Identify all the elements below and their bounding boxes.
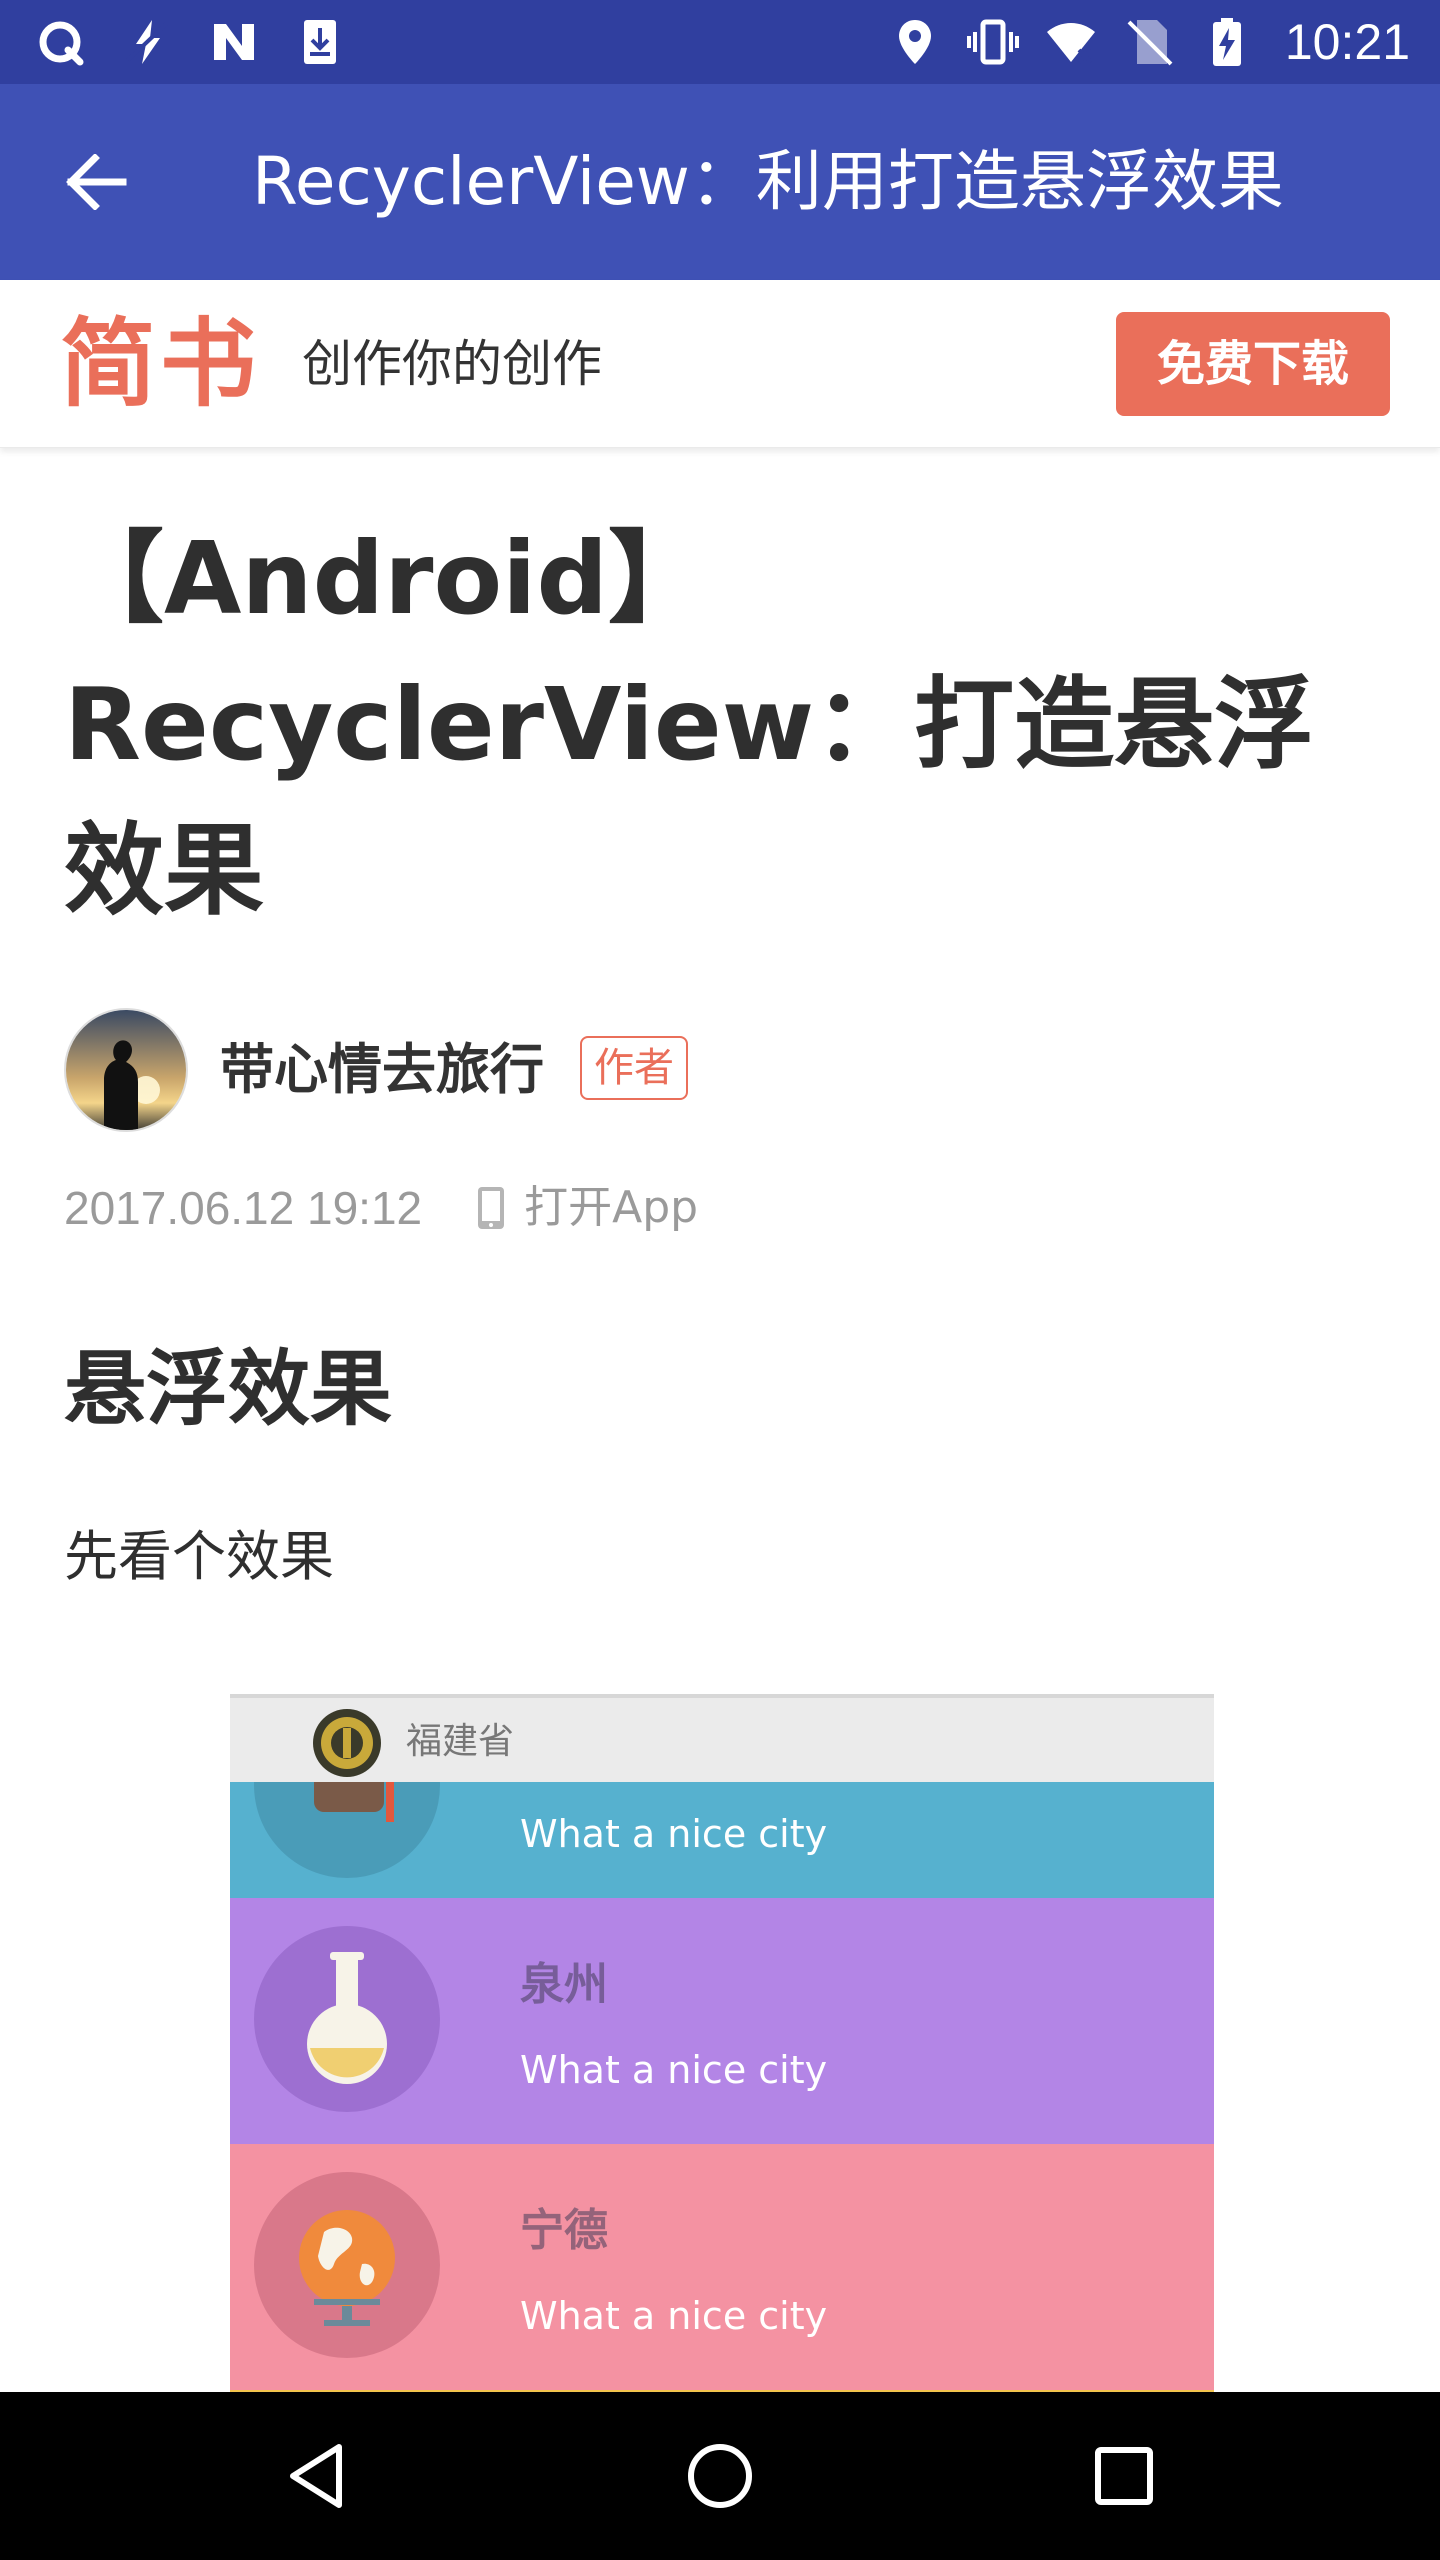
vibrate-icon: [966, 19, 1019, 65]
location-icon: [898, 20, 931, 64]
download-icon: [304, 20, 336, 64]
globe-icon: [254, 2172, 440, 2358]
demo-sticky-header: 福建省: [230, 1694, 1214, 1782]
nav-back-button[interactable]: [274, 2434, 358, 2518]
nav-recents-button[interactable]: [1082, 2434, 1166, 2518]
jianshu-banner: 简书 创作你的创作 免费下载: [0, 280, 1440, 448]
author-name[interactable]: 带心情去旅行: [220, 1030, 544, 1110]
navigation-bar: [0, 2392, 1440, 2560]
flask-icon: [254, 1926, 440, 2112]
back-button[interactable]: [56, 142, 136, 222]
nfc-icon: [214, 24, 254, 60]
battery-saver-bolt-icon: [126, 20, 168, 64]
status-bar-right: 10:21: [889, 14, 1410, 70]
demo-tagline: What a nice city: [520, 2294, 828, 2338]
app-bar: RecyclerView：利用打造悬浮效果: [0, 84, 1440, 280]
nav-back-icon: [290, 2444, 342, 2508]
status-time: 10:21: [1284, 14, 1410, 70]
free-download-button[interactable]: 免费下载: [1116, 312, 1390, 416]
demo-tagline: What a nice city: [520, 2048, 828, 2092]
demo-row: 泉州 What a nice city: [230, 1898, 1214, 2144]
nav-home-icon: [688, 2444, 752, 2508]
status-bar-left: [36, 14, 346, 70]
nav-home-button[interactable]: [678, 2434, 762, 2518]
open-app-link[interactable]: 打开App: [476, 1176, 698, 1240]
author-badge: 作者: [580, 1036, 688, 1100]
publish-date: 2017.06.12 19:12: [64, 1182, 423, 1234]
banner-slogan: 创作你的创作: [302, 335, 602, 393]
notification-app-icon: [39, 21, 84, 66]
author-avatar[interactable]: [64, 1008, 188, 1132]
nav-recents-icon: [1095, 2447, 1153, 2505]
province-emblem-icon: [313, 1709, 381, 1777]
open-app-label: 打开App: [524, 1182, 699, 1233]
status-bar: 10:21: [0, 0, 1440, 84]
demo-row: 宁德 What a nice city: [230, 2144, 1214, 2390]
demo-city-name: 泉州: [520, 1959, 608, 2010]
arrow-back-icon: [66, 154, 127, 210]
wifi-icon: [1046, 23, 1095, 64]
section-heading: 悬浮效果: [64, 1342, 393, 1437]
article-paragraph: 先看个效果: [64, 1525, 334, 1588]
app-bar-title: RecyclerView：利用打造悬浮效果: [252, 143, 1284, 220]
battery-charging-icon: [1212, 18, 1241, 66]
article-title: 【Android】RecyclerView：打造悬浮效果: [64, 520, 1315, 929]
phone-icon: [478, 1187, 505, 1229]
demo-row: What a nice city: [230, 1694, 1214, 1898]
article-meta: 2017.06.12 19:12 打开App: [64, 1176, 698, 1240]
demo-header-label: 福建省: [406, 1721, 515, 1762]
demo-city-name: 宁德: [520, 2205, 608, 2256]
jianshu-logo: 简书: [60, 307, 260, 420]
demo-screenshot-image[interactable]: What a nice city 泉州 What a nice city 宁德 …: [230, 1694, 1214, 2394]
demo-tagline: What a nice city: [520, 1812, 828, 1856]
no-sim-icon: [1127, 20, 1173, 66]
